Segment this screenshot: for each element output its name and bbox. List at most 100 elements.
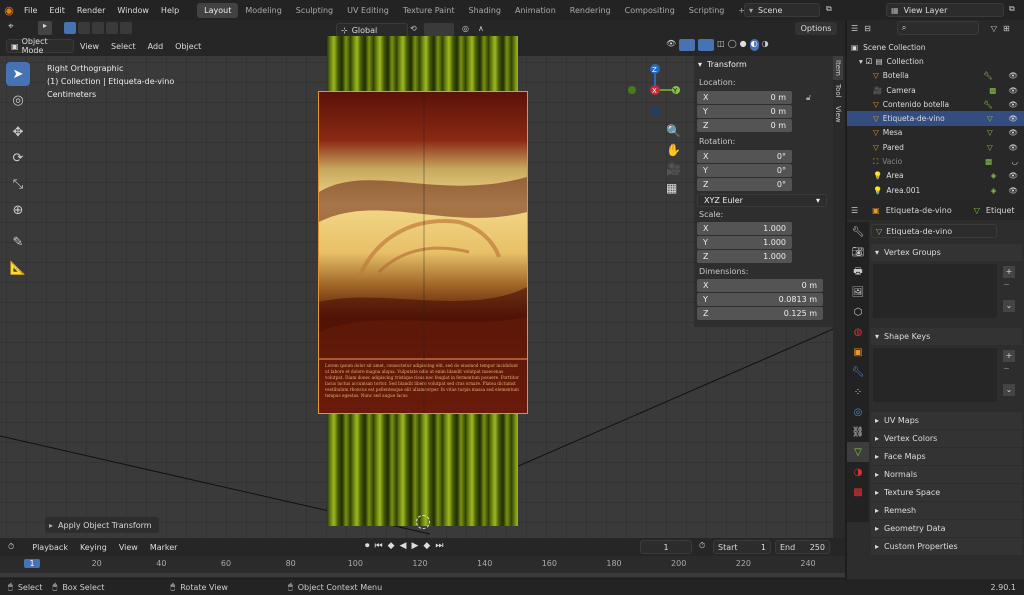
tab-view[interactable]: View: [833, 102, 843, 127]
tab-animation[interactable]: Animation: [508, 3, 563, 18]
outliner-item[interactable]: ▽ Contenido botella 🔧︎ 👁: [847, 97, 1024, 111]
outliner-collection[interactable]: ▾ ☑ ▤ Collection: [847, 54, 1024, 68]
play-icon[interactable]: ▶: [411, 541, 418, 551]
panel-header[interactable]: ▸ UV Maps: [871, 412, 1022, 429]
location-x-field[interactable]: X 0 m: [697, 91, 792, 104]
blender-logo-icon[interactable]: ◉: [0, 4, 18, 17]
select-intersect-icon[interactable]: [120, 22, 132, 34]
play-reverse-icon[interactable]: ◀: [400, 541, 407, 551]
proportional-edit-icon[interactable]: ◎: [462, 24, 469, 33]
checkbox-icon[interactable]: ☑: [866, 57, 873, 66]
select-subtract-icon[interactable]: [92, 22, 104, 34]
mode-selector[interactable]: ▣ Object Mode: [6, 37, 74, 55]
snap-icon[interactable]: [424, 23, 454, 36]
tab-item[interactable]: Item: [833, 56, 843, 80]
prev-keyframe-icon[interactable]: ◆: [388, 541, 395, 551]
timeline-editor-icon[interactable]: ⏱: [8, 542, 14, 552]
physics-tab-icon[interactable]: ◎: [847, 402, 869, 422]
data-icon[interactable]: ▩: [960, 157, 992, 166]
properties-editor-icon[interactable]: ☰: [851, 206, 858, 215]
object-origin-icon[interactable]: [416, 515, 430, 529]
eye-icon[interactable]: 👁: [1008, 171, 1018, 180]
zoom-icon[interactable]: 🔍: [666, 124, 681, 138]
outliner-item[interactable]: 💡 Area ◈ 👁: [847, 169, 1024, 183]
panel-list-box[interactable]: + − ⌄: [871, 348, 1024, 406]
select-new-icon[interactable]: [64, 22, 76, 34]
dimensions-y-field[interactable]: Y 0.0813 m: [697, 293, 823, 306]
move-tool-icon[interactable]: ✥: [6, 120, 30, 144]
viewport-menu-view[interactable]: View: [74, 40, 105, 53]
particles-tab-icon[interactable]: ⁘: [847, 382, 869, 402]
overlay-icon[interactable]: [698, 39, 715, 51]
material-shading-icon[interactable]: ◐: [749, 39, 759, 51]
menu-render[interactable]: Render: [71, 6, 111, 15]
eye-icon[interactable]: 👁: [1008, 100, 1018, 109]
panel-header[interactable]: ▸ Custom Properties: [871, 538, 1022, 555]
tab-layout[interactable]: Layout: [197, 2, 239, 18]
menu-window[interactable]: Window: [111, 6, 155, 15]
eye-icon[interactable]: 👁: [1008, 71, 1018, 80]
tab-rendering[interactable]: Rendering: [563, 3, 618, 18]
outliner-scene-collection[interactable]: ▣ Scene Collection: [847, 40, 1024, 54]
location-z-field[interactable]: Z 0 m: [697, 119, 792, 132]
tab-shading[interactable]: Shading: [461, 3, 508, 18]
list-area[interactable]: [873, 264, 997, 318]
timeline-menu-playback[interactable]: Playback: [26, 541, 74, 554]
timeline-menu-view[interactable]: View: [113, 541, 144, 554]
cursor-tool-icon[interactable]: ◎: [6, 88, 30, 112]
panel-header[interactable]: ▸ Vertex Colors: [871, 430, 1022, 447]
new-scene-icon[interactable]: ⧉: [826, 4, 832, 14]
outliner-item[interactable]: ▽ Etiqueta-de-vino ▽ 👁: [847, 111, 1024, 126]
location-y-field[interactable]: Y 0 m: [697, 105, 792, 118]
tab-modeling[interactable]: Modeling: [238, 3, 288, 18]
panel-header[interactable]: ▾ Vertex Groups: [871, 244, 1022, 261]
render-tab-icon[interactable]: 📷︎: [847, 242, 869, 262]
tab-sculpting[interactable]: Sculpting: [289, 3, 340, 18]
outliner-item[interactable]: 💡 Area.001 ◈ 👁: [847, 183, 1024, 197]
pivot-icon[interactable]: ⟲: [410, 24, 417, 33]
eye-icon[interactable]: ◡: [1011, 157, 1018, 166]
outliner-item[interactable]: ▽ Mesa ▽ 👁: [847, 126, 1024, 140]
scale-y-field[interactable]: Y 1.000: [697, 236, 792, 249]
list-area[interactable]: [873, 348, 997, 402]
tab-uv-editing[interactable]: UV Editing: [340, 3, 396, 18]
annotate-tool-icon[interactable]: ✎: [6, 230, 30, 254]
data-icon[interactable]: 🔧︎: [961, 100, 993, 109]
data-icon[interactable]: ▽: [961, 114, 993, 123]
menu-edit[interactable]: Edit: [43, 6, 71, 15]
clock-icon[interactable]: ⏱: [699, 541, 705, 551]
camera-view-icon[interactable]: 🎥: [666, 162, 681, 176]
outliner-item[interactable]: ⛶ Vacio ▩ ◡: [847, 154, 1024, 168]
data-icon[interactable]: ▩: [964, 86, 996, 95]
outliner-search-input[interactable]: ⌕: [896, 21, 979, 35]
xray-icon[interactable]: ◫: [717, 39, 725, 51]
filter-display-icon[interactable]: ⊟: [864, 24, 871, 33]
menu-help[interactable]: Help: [155, 6, 185, 15]
falloff-icon[interactable]: ∧: [478, 24, 484, 33]
rotation-x-field[interactable]: X 0°: [697, 150, 792, 163]
current-frame-field[interactable]: 1: [640, 540, 692, 554]
tool-tab-icon[interactable]: 🔧︎: [847, 222, 869, 242]
tab-scripting[interactable]: Scripting: [682, 3, 732, 18]
panel-header[interactable]: ▸ Normals: [871, 466, 1022, 483]
add-icon[interactable]: +: [1003, 266, 1015, 278]
scene-selector[interactable]: ▾ Scene: [744, 3, 820, 17]
viewport-menu-add[interactable]: Add: [142, 40, 170, 53]
scale-z-field[interactable]: Z 1.000: [697, 250, 792, 263]
dimensions-z-field[interactable]: Z 0.125 m: [697, 307, 823, 320]
navigation-gizmo[interactable]: Z Y X: [622, 60, 688, 126]
eye-icon[interactable]: 👁: [1008, 186, 1018, 195]
eye-icon[interactable]: 👁: [1008, 86, 1018, 95]
rotation-z-field[interactable]: Z 0°: [697, 178, 792, 191]
scale-x-field[interactable]: X 1.000: [697, 222, 792, 235]
eye-icon[interactable]: 👁: [1008, 143, 1018, 152]
end-frame-field[interactable]: End 250: [775, 540, 830, 554]
constraints-tab-icon[interactable]: ⛓︎: [847, 422, 869, 442]
outliner-editor-icon[interactable]: ☰: [851, 24, 858, 33]
gizmo-neg-z-axis[interactable]: [651, 107, 659, 115]
modifier-tab-icon[interactable]: 🔧︎: [847, 362, 869, 382]
remove-icon[interactable]: −: [1003, 364, 1010, 373]
scale-tool-icon[interactable]: ⤡: [6, 172, 30, 196]
panel-header[interactable]: ▸ Geometry Data: [871, 520, 1022, 537]
menu-down-icon[interactable]: ⌄: [1003, 300, 1015, 312]
